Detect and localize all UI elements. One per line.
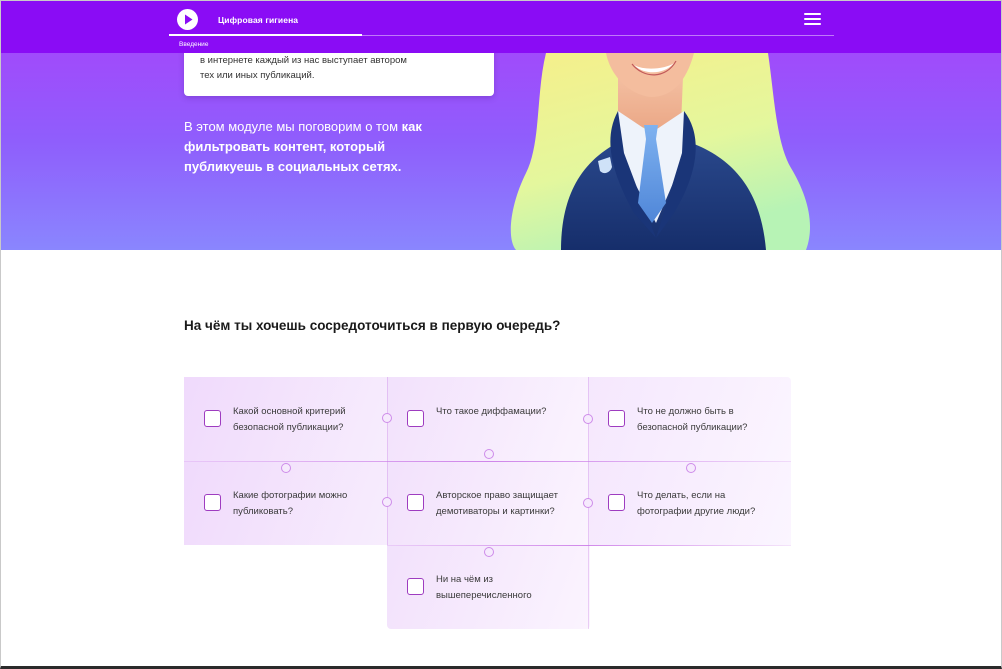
- option-4[interactable]: Какие фотографии можно публиковать?: [184, 461, 387, 545]
- checkbox[interactable]: [407, 578, 424, 595]
- checkbox[interactable]: [608, 410, 625, 427]
- checkbox[interactable]: [407, 494, 424, 511]
- top-bar: Цифровая гигиена Введение: [1, 1, 1001, 53]
- option-label: Что такое диффамации?: [436, 406, 547, 417]
- checkbox[interactable]: [204, 494, 221, 511]
- option-label: Ни на чём из вышеперечисленного: [436, 574, 532, 601]
- option-label: Авторское право защищает демотиваторы и …: [436, 490, 558, 517]
- puzzle-seam: [387, 545, 791, 546]
- puzzle-knob: [686, 463, 696, 473]
- option-7[interactable]: Ни на чём из вышеперечисленного: [387, 545, 590, 629]
- info-card: в интернете каждый из нас выступает авто…: [184, 53, 494, 96]
- puzzle-knob: [484, 449, 494, 459]
- hero-intro: В этом модуле мы поговорим о том как фил…: [184, 117, 454, 177]
- option-label: Что не должно быть в безопасной публикац…: [637, 406, 748, 433]
- option-label: Какие фотографии можно публиковать?: [233, 490, 348, 517]
- hero-intro-plain: В этом модуле мы поговорим о том: [184, 119, 399, 134]
- app-title: Цифровая гигиена: [218, 15, 299, 25]
- checkbox[interactable]: [407, 410, 424, 427]
- option-1[interactable]: Какой основной критерий безопасной публи…: [184, 377, 387, 461]
- puzzle-knob: [382, 413, 392, 423]
- option-label: Какой основной критерий безопасной публи…: [233, 406, 346, 433]
- option-3[interactable]: Что не должно быть в безопасной публикац…: [588, 377, 791, 461]
- option-label: Что делать, если на фотографии другие лю…: [637, 490, 756, 517]
- hamburger-menu-icon[interactable]: [804, 12, 822, 26]
- puzzle-knob: [281, 463, 291, 473]
- checkbox[interactable]: [608, 494, 625, 511]
- option-5[interactable]: Авторское право защищает демотиваторы и …: [387, 461, 590, 545]
- section-label: Введение: [179, 41, 209, 48]
- puzzle-knob: [484, 547, 494, 557]
- page-frame: Цифровая гигиена Введение в интернете ка…: [0, 0, 1002, 669]
- puzzle-knob: [382, 497, 392, 507]
- puzzle-knob: [583, 414, 593, 424]
- puzzle-seam: [184, 461, 791, 462]
- option-6[interactable]: Что делать, если на фотографии другие лю…: [588, 461, 791, 545]
- options-puzzle-grid: Какой основной критерий безопасной публи…: [184, 377, 792, 629]
- progress-bar-fill: [169, 34, 362, 36]
- woman-illustration: [510, 53, 811, 250]
- play-logo-icon[interactable]: [177, 9, 198, 30]
- checkbox[interactable]: [204, 410, 221, 427]
- puzzle-knob: [583, 498, 593, 508]
- info-card-text: в интернете каждый из нас выступает авто…: [200, 55, 407, 81]
- puzzle-seam: [387, 377, 388, 545]
- hero-section: в интернете каждый из нас выступает авто…: [1, 53, 1001, 250]
- quiz-question: На чём ты хочешь сосредоточиться в перву…: [184, 318, 561, 333]
